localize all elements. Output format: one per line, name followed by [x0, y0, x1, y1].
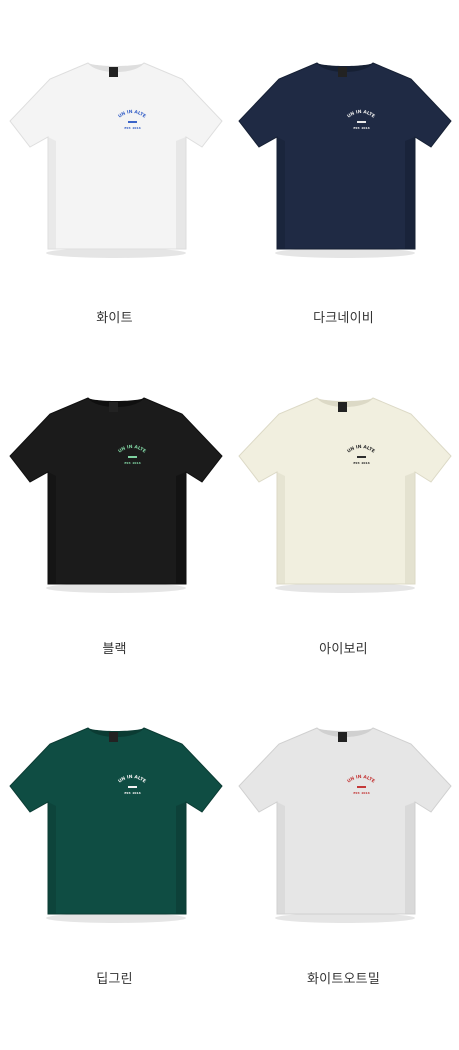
color-name-label: 화이트 — [96, 311, 133, 326]
tshirt-illustration: RUN IN ALTER EST. 2016 — [0, 710, 223, 923]
color-option-black: RUN IN ALTER EST. 2016 블랙 — [0, 380, 229, 720]
tshirt-illustration: RUN IN ALTER EST. 2016 — [0, 45, 223, 258]
tshirt-image: RUN IN ALTER EST. 2016 — [0, 380, 229, 650]
tshirt-illustration: RUN IN ALTER EST. 2016 — [229, 710, 452, 923]
neck-tag — [338, 402, 347, 412]
svg-text:EST. 2016: EST. 2016 — [124, 791, 140, 795]
color-name-label: 다크네이비 — [313, 311, 374, 326]
neck-tag — [109, 732, 118, 742]
color-option-white-oatmeal: RUN IN ALTER EST. 2016 화이트오트밀 — [229, 710, 458, 1050]
neck-tag — [338, 732, 347, 742]
color-name-label: 아이보리 — [319, 642, 368, 657]
tshirt-image: RUN IN ALTER EST. 2016 — [0, 710, 229, 980]
tshirt-illustration: RUN IN ALTER EST. 2016 — [0, 380, 223, 593]
neck-tag — [338, 67, 347, 77]
tshirt-image: RUN IN ALTER EST. 2016 — [229, 45, 458, 315]
product-color-grid: RUN IN ALTER EST. 2016 화이트 RUN IN ALTER … — [0, 0, 459, 1024]
tshirt-image: RUN IN ALTER EST. 2016 — [229, 710, 458, 980]
svg-text:EST. 2016: EST. 2016 — [353, 126, 369, 130]
svg-text:EST. 2016: EST. 2016 — [353, 791, 369, 795]
svg-text:EST. 2016: EST. 2016 — [353, 461, 369, 465]
color-option-dark-navy: RUN IN ALTER EST. 2016 다크네이비 — [229, 45, 458, 385]
tshirt-illustration: RUN IN ALTER EST. 2016 — [229, 45, 452, 258]
neck-tag — [109, 402, 118, 412]
color-option-deep-green: RUN IN ALTER EST. 2016 딥그린 — [0, 710, 229, 1050]
svg-text:EST. 2016: EST. 2016 — [124, 461, 140, 465]
tshirt-image: RUN IN ALTER EST. 2016 — [0, 45, 229, 315]
color-name-label: 화이트오트밀 — [307, 972, 380, 987]
color-name-label: 블랙 — [102, 642, 127, 657]
color-option-ivory: RUN IN ALTER EST. 2016 아이보리 — [229, 380, 458, 720]
neck-tag — [109, 67, 118, 77]
tshirt-illustration: RUN IN ALTER EST. 2016 — [229, 380, 452, 593]
color-option-white: RUN IN ALTER EST. 2016 화이트 — [0, 45, 229, 385]
tshirt-image: RUN IN ALTER EST. 2016 — [229, 380, 458, 650]
svg-text:EST. 2016: EST. 2016 — [124, 126, 140, 130]
color-name-label: 딥그린 — [96, 972, 133, 987]
